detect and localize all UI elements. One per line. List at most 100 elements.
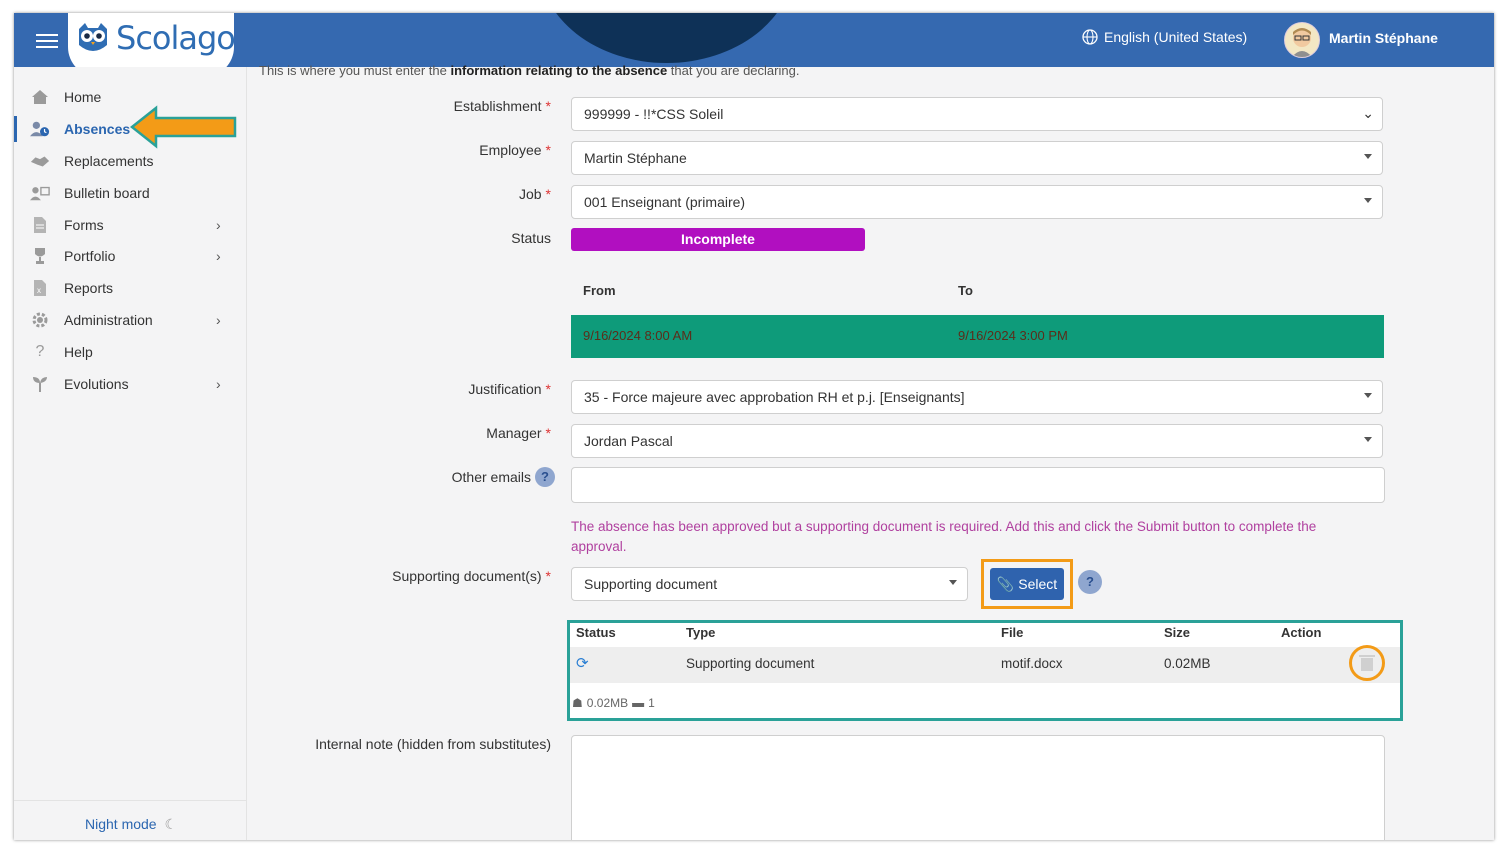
question-icon: ? [35,343,45,360]
sidebar-item-reports[interactable]: x Reports [14,273,246,303]
supporting-doc-type-value: Supporting document [584,576,718,592]
justification-label: Justification * [468,381,551,397]
manager-label: Manager * [486,425,551,441]
column-header-file: File [1001,625,1024,640]
sidebar-item-bulletin-board[interactable]: Bulletin board [14,178,246,208]
sidebar-item-administration[interactable]: Administration › [14,305,246,335]
to-value: 9/16/2024 3:00 PM [958,328,1068,343]
person-board-icon [30,183,50,203]
establishment-select[interactable]: 999999 - !!*CSS Soleil ⌄ [571,97,1383,131]
intro-before: This is where you must enter the [259,63,451,78]
sidebar-item-label: Portfolio [64,248,116,264]
caret-down-icon [1364,198,1372,203]
sprout-icon [30,374,50,394]
language-selector[interactable]: English (United States) [1082,29,1247,45]
sidebar: Home Absences Replacements Bulletin boar… [14,67,247,840]
approval-warning: The absence has been approved but a supp… [571,519,1317,554]
column-header-type: Type [686,625,716,640]
sidebar-item-label: Administration [64,312,153,328]
logo-text: Scolago [116,19,236,57]
column-header-size: Size [1164,625,1191,640]
sidebar-item-label: Reports [64,280,114,296]
chevron-down-icon: ⌄ [1362,105,1374,121]
sidebar-item-help[interactable]: ? Help [14,337,246,367]
report-icon: x [30,278,50,298]
internal-note-input[interactable] [571,735,1385,840]
user-avatar-icon [1292,28,1312,57]
person-clock-icon [30,119,50,139]
internal-note-label: Internal note (hidden from substitutes) [315,736,551,752]
manager-select[interactable]: Jordan Pascal [571,424,1383,458]
justification-select[interactable]: 35 - Force majeure avec approbation RH e… [571,380,1383,414]
other-emails-input[interactable] [571,467,1385,503]
caret-down-icon [949,580,957,585]
decorative-circle [539,13,794,63]
select-button-label: Select [1018,576,1058,592]
gear-icon [30,310,50,330]
row-file: motif.docx [1001,656,1063,671]
sidebar-item-replacements[interactable]: Replacements [14,146,246,176]
supporting-doc-help-icon[interactable]: ? [1078,570,1102,594]
caret-down-icon [1364,154,1372,159]
caret-down-icon [1364,393,1372,398]
svg-text:x: x [37,286,41,295]
row-type: Supporting document [686,656,815,671]
storage-icon: ☗ [572,696,583,710]
supporting-doc-type-select[interactable]: Supporting document [571,567,968,601]
from-value: 9/16/2024 8:00 AM [583,328,693,343]
employee-label: Employee * [479,142,551,158]
intro-bold: information relating to the absence [450,63,668,78]
total-size: 0.02MB [586,696,629,710]
sidebar-item-label: Evolutions [64,376,129,392]
employee-select[interactable]: Martin Stéphane [571,141,1383,175]
avatar[interactable] [1284,22,1320,58]
caret-down-icon [1364,437,1372,442]
chevron-right-icon: › [216,217,221,233]
sidebar-item-portfolio[interactable]: Portfolio › [14,241,246,271]
date-range-row[interactable]: 9/16/2024 8:00 AM 9/16/2024 3:00 PM [571,315,1384,358]
job-label: Job * [518,186,551,202]
justification-value: 35 - Force majeure avec approbation RH e… [584,389,965,405]
sidebar-divider [14,800,246,801]
intro-after: that you are declaring. [667,63,800,78]
highlight-arrow-icon [130,105,237,149]
sidebar-item-label: Absences [64,121,131,137]
home-icon [30,87,50,107]
from-header: From [583,283,616,298]
paperclip-icon: 📎 [996,575,1015,592]
trophy-icon [30,246,50,266]
column-header-action: Action [1281,625,1322,640]
delete-document-button[interactable] [1349,645,1385,681]
manager-value: Jordan Pascal [584,433,673,449]
sidebar-item-label: Home [64,89,102,105]
document-icon [30,215,50,235]
row-size: 0.02MB [1164,656,1211,671]
supporting-docs-label: Supporting document(s) * [392,568,551,584]
file-count: 1 [648,696,655,710]
sidebar-item-label: Help [64,344,93,360]
handshake-icon [30,151,50,171]
job-value: 001 Enseignant (primaire) [584,194,746,210]
other-emails-help-icon[interactable]: ? [535,467,555,487]
night-mode-label: Night mode [85,816,157,832]
establishment-label: Establishment * [453,98,551,114]
sidebar-item-label: Forms [64,217,104,233]
sidebar-item-evolutions[interactable]: Evolutions › [14,369,246,399]
sidebar-item-forms[interactable]: Forms › [14,210,246,240]
sync-icon: ⟳ [576,655,589,672]
owl-icon [79,23,107,51]
menu-icon[interactable] [36,30,58,50]
status-badge: Incomplete [571,228,865,251]
sidebar-item-label: Replacements [64,153,154,169]
user-name[interactable]: Martin Stéphane [1329,30,1438,46]
select-file-button[interactable]: 📎 Select [990,568,1064,600]
file-count-icon: ▬ [632,696,645,710]
night-mode-toggle[interactable]: Night mode ☾ [85,816,177,833]
job-select[interactable]: 001 Enseignant (primaire) [571,185,1383,219]
language-label: English (United States) [1104,29,1248,45]
documents-table: Status Type File Size Action ⟳ Supportin… [567,620,1403,721]
top-bar: Scolago English (United States) Martin S… [14,13,1494,77]
app-window: Scolago English (United States) Martin S… [14,13,1494,840]
employee-value: Martin Stéphane [584,150,687,166]
chevron-right-icon: › [216,376,221,392]
